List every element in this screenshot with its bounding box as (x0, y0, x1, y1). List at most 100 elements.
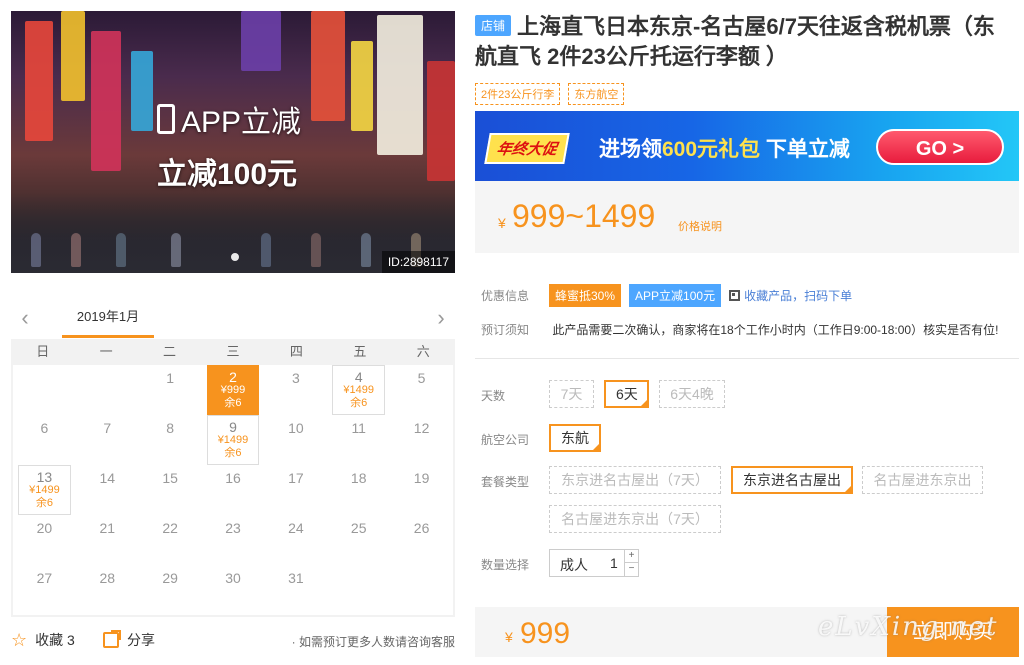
calendar-day: 16 (202, 465, 265, 515)
weekday-label: 六 (416, 344, 430, 359)
promo-line2: 立减100元 (157, 158, 298, 191)
calendar-day: 21 (76, 515, 139, 565)
calendar-day: 31 (264, 565, 327, 615)
calendar-day-number: 8 (166, 420, 175, 436)
banner-go-button[interactable]: GO > (876, 129, 1004, 165)
days-option[interactable]: 7天 (549, 380, 594, 408)
notice-label: 预订须知 (481, 323, 530, 337)
airline-option-selected[interactable]: 东航 (549, 424, 601, 452)
crowd-figure (171, 233, 181, 267)
price-explanation-link[interactable]: 价格说明 (678, 218, 722, 234)
carousel-dot[interactable] (231, 253, 239, 261)
calendar-day-number: 5 (417, 370, 426, 386)
buy-now-button[interactable]: 立即购买 (887, 607, 1019, 657)
weekday-label: 三 (226, 344, 240, 359)
product-tags: 2件23公斤行李 东方航空 (475, 83, 625, 105)
calendar-day: 22 (139, 515, 202, 565)
package-option-selected[interactable]: 东京进名古屋出 (731, 466, 853, 494)
calendar-day-available[interactable]: 9 ¥1499 余6 (202, 415, 265, 465)
qr-order-label: 收藏产品，扫码下单 (744, 289, 853, 303)
calendar-grid: 1 2 ¥999 余6 3 4 ¥1499 余6 5 6 7 8 9 ¥1499 余6 10 11 12 13 ¥14… (13, 365, 453, 615)
promo-line1: APP立减 (181, 106, 302, 139)
package-option[interactable]: 东京进名古屋出（7天） (549, 466, 721, 494)
neon-sign (427, 61, 455, 181)
weekday-label: 五 (353, 344, 367, 359)
calendar-day-box[interactable]: 4 ¥1499 余6 (332, 365, 386, 415)
days-label: 天数 (481, 389, 506, 403)
package-option[interactable]: 名古屋进东京出（7天） (549, 505, 721, 533)
calendar-day-number: 11 (351, 420, 366, 436)
neon-sign (25, 21, 53, 141)
quantity-plus-button[interactable]: + (624, 550, 638, 563)
calendar-day: 10 (264, 415, 327, 465)
calendar-day: 6 (13, 415, 76, 465)
calendar-day-number: 18 (350, 470, 367, 486)
calendar-day-number: 1 (166, 370, 175, 386)
calendar-day: 18 (327, 465, 390, 515)
weekday-row: 日一二三四五六 (11, 339, 455, 365)
image-id-tag: ID:2898117 (381, 251, 455, 273)
calendar-day-number: 12 (413, 420, 430, 436)
favorite-button[interactable]: ☆ 收藏 3 (11, 630, 75, 650)
year-end-sale-banner[interactable]: 年终大促 进场领600元礼包 下单立减 GO > (475, 111, 1019, 181)
calendar-day-number: 17 (288, 470, 304, 486)
offer-badge: APP立减100元 (629, 284, 722, 307)
product-title: 上海直飞日本东京-名古屋6/7天往返含税机票（东航直飞 2件23公斤托运行李额 … (475, 14, 995, 69)
calendar-day: 30 (202, 565, 265, 615)
qr-order-link[interactable]: 收藏产品，扫码下单 (729, 287, 852, 304)
quantity-stepper[interactable]: 成人 1 + − (549, 549, 639, 577)
calendar-day: 1 (139, 365, 202, 415)
product-page: APP立减 立减100元 ID:2898117 ‹ 2019年1月 › 日 一 二 三… (0, 0, 1024, 665)
calendar-day-available[interactable]: 13 ¥1499 余6 (13, 465, 76, 515)
neon-sign (311, 11, 345, 121)
calendar-day-box[interactable]: 9 ¥1499 余6 (206, 415, 260, 465)
divider (475, 358, 1019, 359)
calendar-day-number: 30 (225, 570, 241, 586)
product-title-block: 店铺 上海直飞日本东京-名古屋6/7天往返含税机票（东航直飞 2件23公斤托运行李… (475, 12, 1015, 72)
calendar-day-price: ¥999 (220, 384, 246, 396)
calendar-day-number: 20 (36, 520, 53, 536)
calendar-day-box[interactable]: 13 ¥1499 余6 (18, 465, 71, 515)
notice-row: 预订须知 此产品需要二次确认，商家将在18个工作小时内（工作日9:00-18:0… (481, 321, 998, 338)
offers-label: 优惠信息 (481, 289, 530, 303)
calendar-day: 14 (76, 465, 139, 515)
phone-icon (157, 104, 175, 134)
calendar-day-number: 13 (36, 469, 53, 485)
calendar-day-number: 23 (225, 520, 241, 536)
calendar-day: 26 (390, 515, 453, 565)
calendar-day: 24 (264, 515, 327, 565)
calendar-day-box[interactable]: 2 ¥999 余6 (206, 365, 260, 415)
weekday-label: 日 (36, 344, 50, 359)
weekday-label: 一 (99, 344, 113, 359)
neon-sign (131, 51, 153, 131)
calendar-day-number: 7 (103, 420, 112, 436)
neon-sign (377, 15, 423, 155)
quantity-value[interactable]: 1 (610, 555, 618, 571)
package-option[interactable]: 名古屋进东京出 (862, 466, 983, 494)
shop-badge[interactable]: 店铺 (475, 15, 512, 36)
chevron-left-icon[interactable]: ‹ (15, 306, 35, 330)
quantity-minus-button[interactable]: − (624, 563, 638, 576)
calendar-day-stock: 余6 (35, 497, 53, 509)
calendar-day: 27 (13, 565, 76, 615)
calendar-day-available[interactable]: 2 ¥999 余6 (202, 365, 265, 415)
calendar-day-number: 25 (350, 520, 367, 536)
chevron-right-icon[interactable]: › (431, 306, 451, 330)
sale-ribbon: 年终大促 (484, 133, 570, 164)
calendar-day-stock: 余6 (350, 397, 368, 409)
calendar-day-price: ¥1499 (343, 384, 374, 396)
group-booking-tip: · 如需预订更多人数请咨询客服 (291, 635, 455, 649)
calendar-month-tab[interactable]: 2019年1月 (62, 300, 154, 338)
departure-calendar: 日一二三四五六 1 2 ¥999 余6 3 4 ¥1499 余6 5 6 7 8 9 ¥1499 余6 10 1… (11, 339, 455, 617)
calendar-day-number: 9 (229, 419, 237, 435)
product-hero-image[interactable]: APP立减 立减100元 ID:2898117 (11, 11, 455, 273)
calendar-day-available[interactable]: 4 ¥1499 余6 (327, 365, 390, 415)
calendar-day-number: 28 (99, 570, 116, 586)
calendar-day: 5 (390, 365, 453, 415)
share-button[interactable]: 分享 (103, 630, 155, 650)
days-option-selected[interactable]: 6天 (604, 380, 649, 408)
days-option[interactable]: 6天4晚 (659, 380, 725, 408)
calendar-day-number: 31 (288, 570, 304, 586)
weekday-label: 四 (289, 344, 303, 359)
calendar-day: 29 (139, 565, 202, 615)
